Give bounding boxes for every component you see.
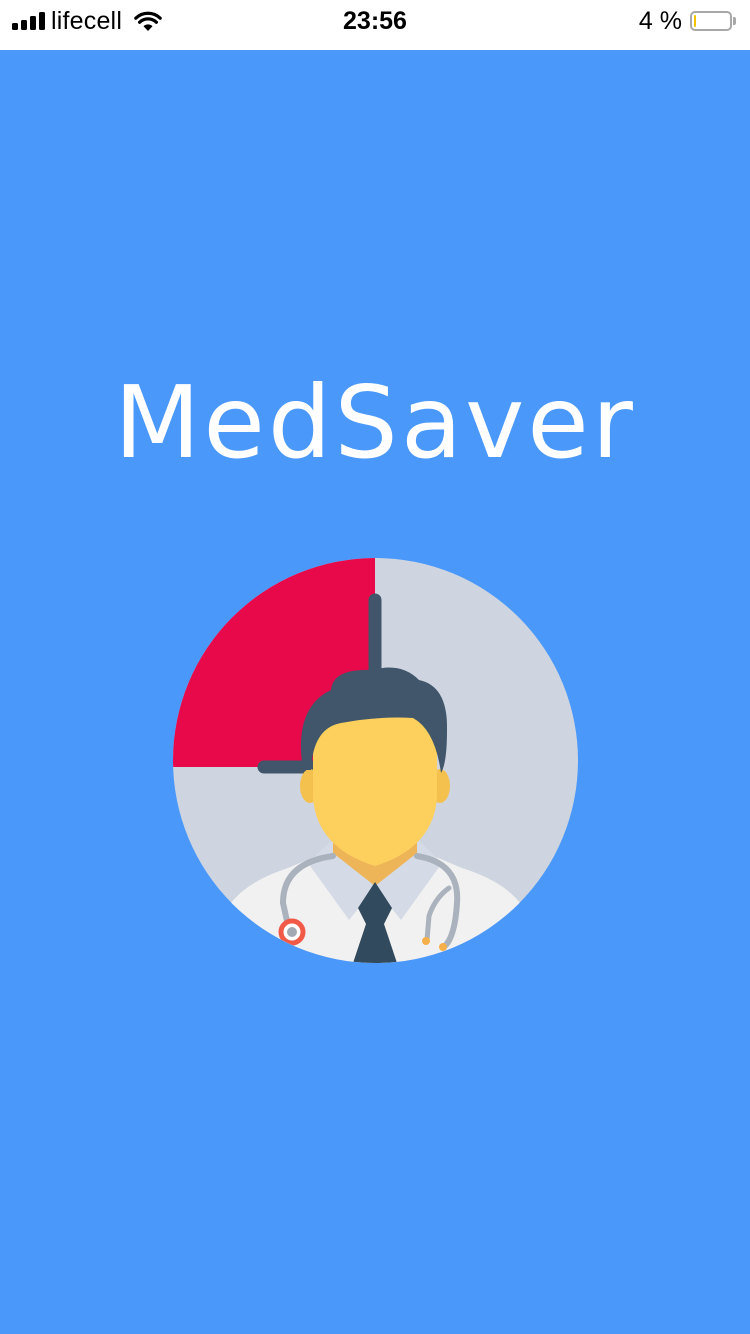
- battery-level: [694, 15, 696, 27]
- stethoscope-tip-a: [422, 937, 430, 945]
- doctor-clock-logo: [173, 558, 578, 963]
- status-time: 23:56: [343, 7, 407, 35]
- battery-icon: [690, 11, 732, 31]
- stethoscope-chestpiece-center: [287, 927, 297, 937]
- battery-percent: 4 %: [638, 6, 682, 35]
- status-right: 4 %: [639, 0, 736, 42]
- splash-screen: lifecell 23:56 4 % MedSaver: [0, 0, 750, 1334]
- battery-cap: [733, 17, 736, 25]
- app-title: MedSaver: [114, 364, 636, 481]
- status-bar: lifecell 23:56 4 %: [0, 0, 750, 50]
- stethoscope-tip-b: [439, 943, 447, 951]
